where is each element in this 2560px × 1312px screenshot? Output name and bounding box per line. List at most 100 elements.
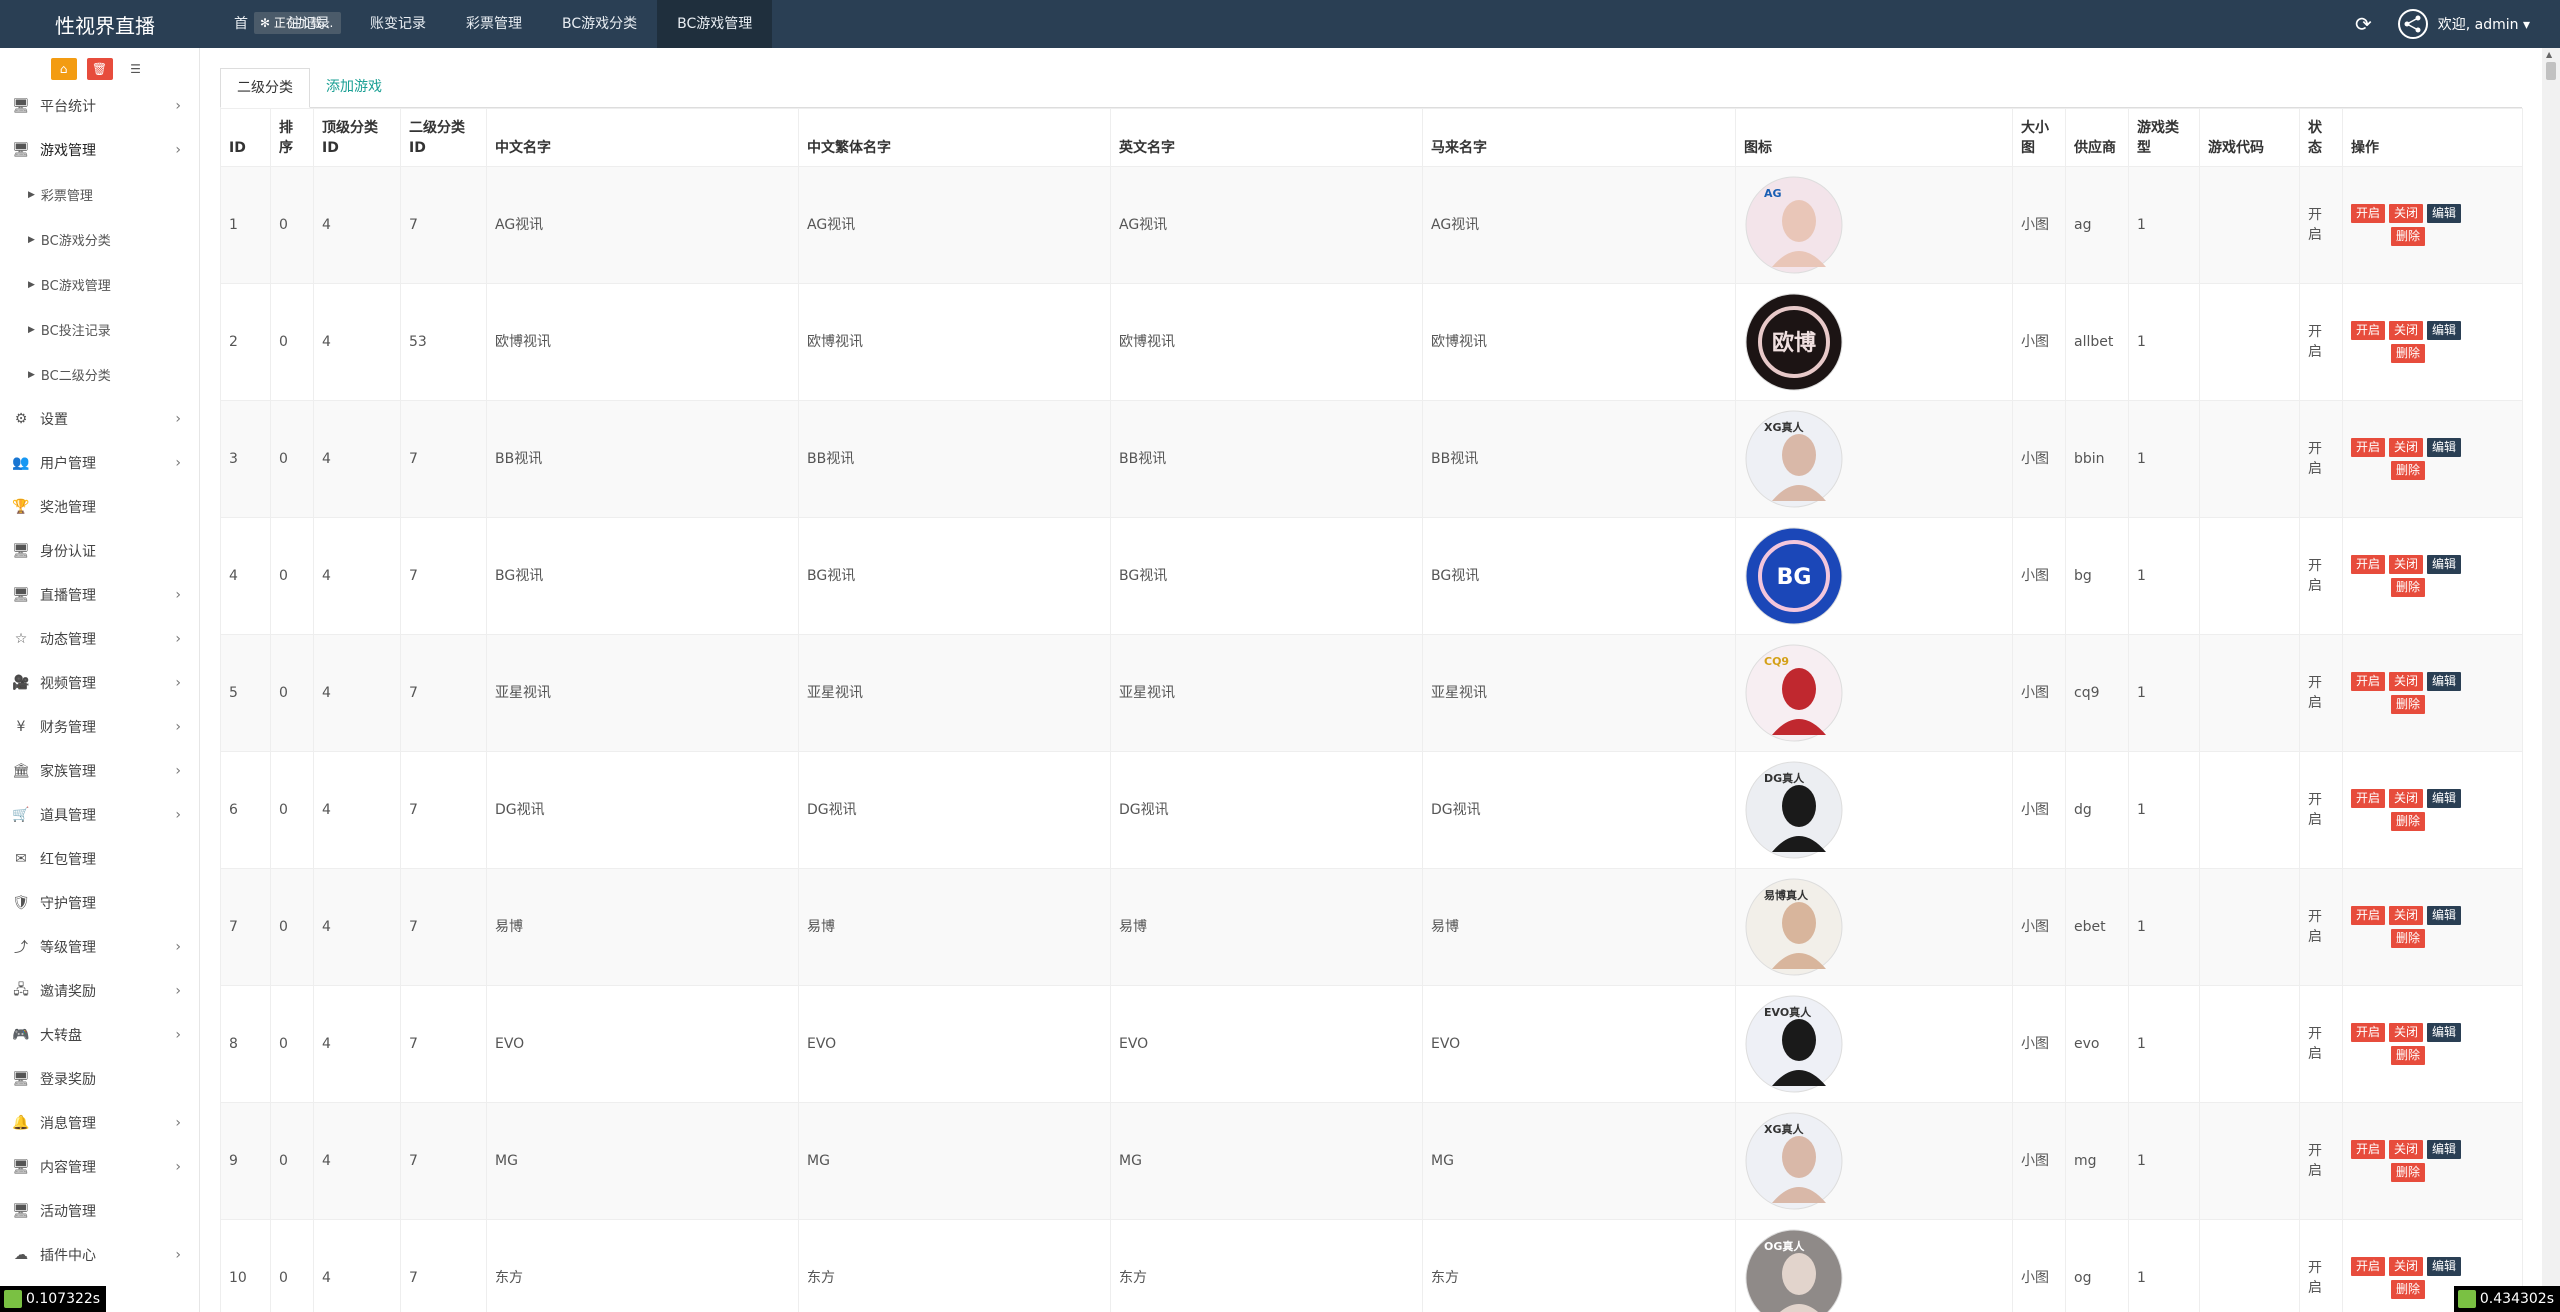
enable-button[interactable]: 开启 xyxy=(2351,555,2386,574)
edit-button[interactable]: 编辑 xyxy=(2427,1257,2462,1276)
delete-button[interactable]: 删除 xyxy=(2391,695,2426,714)
sidebar-item-0[interactable]: 🖥 平台统计 › xyxy=(0,84,199,128)
delete-button[interactable]: 删除 xyxy=(2391,1046,2426,1065)
cell-en: AG视讯 xyxy=(1110,166,1423,284)
scrollbar-thumb[interactable] xyxy=(2546,62,2556,80)
enable-button[interactable]: 开启 xyxy=(2351,204,2386,223)
top-tab-5[interactable]: BC游戏管理 xyxy=(657,0,773,48)
sidebar-item-2[interactable]: ⚙ 设置 › xyxy=(0,397,199,441)
scroll-up-icon[interactable]: ▲ xyxy=(2546,50,2552,59)
delete-button[interactable]: 删除 xyxy=(2391,929,2426,948)
sidebar-subitem-4[interactable]: ▶ BC二级分类 xyxy=(0,352,199,397)
sidebar-item-20[interactable]: 🖥 活动管理 xyxy=(0,1189,199,1233)
sidebar-item-16[interactable]: 🎮 大转盘 › xyxy=(0,1013,199,1057)
sidebar-item-11[interactable]: 🛒 道具管理 › xyxy=(0,793,199,837)
cell-zh: DG视讯 xyxy=(486,751,799,869)
sidebar-item-5[interactable]: 🖥 身份认证 xyxy=(0,529,199,573)
trash-icon[interactable]: 🗑 xyxy=(86,58,113,80)
sidebar-item-9[interactable]: ¥ 财务管理 › xyxy=(0,705,199,749)
sidebar-item-13[interactable]: 🛡 守护管理 xyxy=(0,881,199,925)
top-tab-4[interactable]: BC游戏分类 xyxy=(542,0,657,48)
sidebar-item-4[interactable]: 🏆 奖池管理 xyxy=(0,485,199,529)
column-header: 供应商 xyxy=(2065,108,2129,167)
edit-button[interactable]: 编辑 xyxy=(2427,672,2462,691)
edit-button[interactable]: 编辑 xyxy=(2427,321,2462,340)
top-tab-0[interactable]: 首 ✻ 正在加载... xyxy=(214,0,342,48)
delete-button[interactable]: 删除 xyxy=(2391,344,2426,363)
enable-button[interactable]: 开启 xyxy=(2351,1140,2386,1159)
cell-status: 开启 xyxy=(2299,517,2343,635)
column-header: 游戏代码 xyxy=(2199,108,2300,167)
edit-button[interactable]: 编辑 xyxy=(2427,906,2462,925)
edit-button[interactable]: 编辑 xyxy=(2427,555,2462,574)
disable-button[interactable]: 关闭 xyxy=(2389,438,2424,457)
delete-button[interactable]: 删除 xyxy=(2391,227,2426,246)
sidebar-item-12[interactable]: ✉ 红包管理 xyxy=(0,837,199,881)
disable-button[interactable]: 关闭 xyxy=(2389,906,2424,925)
sidebar-item-8[interactable]: 🎥 视频管理 › xyxy=(0,661,199,705)
content-tab-1[interactable]: 添加游戏 xyxy=(310,68,398,108)
game-icon-image: AG xyxy=(1745,176,1843,274)
enable-button[interactable]: 开启 xyxy=(2351,672,2386,691)
enable-button[interactable]: 开启 xyxy=(2351,1023,2386,1042)
cell-zht: AG视讯 xyxy=(798,166,1111,284)
sidebar-item-19[interactable]: 🖥 内容管理 › xyxy=(0,1145,199,1189)
cell-top: 4 xyxy=(313,283,401,401)
list-icon[interactable]: ☰ xyxy=(122,58,149,80)
disable-button[interactable]: 关闭 xyxy=(2389,1140,2424,1159)
disable-button[interactable]: 关闭 xyxy=(2389,204,2424,223)
enable-button[interactable]: 开启 xyxy=(2351,321,2386,340)
enable-button[interactable]: 开启 xyxy=(2351,438,2386,457)
cell-id: 7 xyxy=(220,868,271,986)
edit-button[interactable]: 编辑 xyxy=(2427,1023,2462,1042)
sidebar-item-10[interactable]: 🏛 家族管理 › xyxy=(0,749,199,793)
enable-button[interactable]: 开启 xyxy=(2351,906,2386,925)
sidebar-item-1[interactable]: 🖥 游戏管理 › xyxy=(0,128,199,172)
disable-button[interactable]: 关闭 xyxy=(2389,1023,2424,1042)
enable-button[interactable]: 开启 xyxy=(2351,789,2386,808)
sidebar-subitem-0[interactable]: ▶ 彩票管理 xyxy=(0,172,199,217)
sidebar-item-3[interactable]: 👥 用户管理 › xyxy=(0,441,199,485)
sidebar-subitem-3[interactable]: ▶ BC投注记录 xyxy=(0,307,199,352)
caret-right-icon: ▶ xyxy=(28,324,35,335)
edit-button[interactable]: 编辑 xyxy=(2427,789,2462,808)
disable-button[interactable]: 关闭 xyxy=(2389,555,2424,574)
delete-button[interactable]: 删除 xyxy=(2391,461,2426,480)
sidebar-item-7[interactable]: ☆ 动态管理 › xyxy=(0,617,199,661)
avatar[interactable] xyxy=(2397,9,2428,39)
sidebar-item-18[interactable]: 🔔 消息管理 › xyxy=(0,1101,199,1145)
content-tab-0[interactable]: 二级分类 xyxy=(220,68,310,108)
user-menu[interactable]: 欢迎, admin ▾ xyxy=(2438,14,2530,34)
home-icon[interactable]: ⌂ xyxy=(50,58,77,80)
sidebar-item-21[interactable]: ☁ 插件中心 › xyxy=(0,1233,199,1277)
enable-button[interactable]: 开启 xyxy=(2351,1257,2386,1276)
row-actions: 开启 关闭 编辑 删除 xyxy=(2351,789,2471,831)
sidebar-item-6[interactable]: 🖥 直播管理 › xyxy=(0,573,199,617)
sidebar-subitem-1[interactable]: ▶ BC游戏分类 xyxy=(0,217,199,262)
disable-button[interactable]: 关闭 xyxy=(2389,789,2424,808)
delete-button[interactable]: 删除 xyxy=(2391,812,2426,831)
sidebar-item-14[interactable]: ⤴ 等级管理 › xyxy=(0,925,199,969)
edit-button[interactable]: 编辑 xyxy=(2427,438,2462,457)
sidebar-menu: 🖥 平台统计 › 🖥 游戏管理 › ▶ 彩票管理 ▶ BC游戏分类 ▶ BC游戏管理 ▶ BC投注记录 ▶ B… xyxy=(0,84,199,1277)
edit-button[interactable]: 编辑 xyxy=(2427,1140,2462,1159)
disable-button[interactable]: 关闭 xyxy=(2389,1257,2424,1276)
sidebar-item-15[interactable]: 🖧 邀请奖励 › xyxy=(0,969,199,1013)
top-tab-3[interactable]: 彩票管理 xyxy=(446,0,542,48)
sidebar-item-17[interactable]: 🖥 登录奖励 xyxy=(0,1057,199,1101)
top-tab-2[interactable]: 账变记录 xyxy=(350,0,446,48)
top-tab-1[interactable]: 注记录 xyxy=(268,0,350,48)
delete-button[interactable]: 删除 xyxy=(2391,1163,2426,1182)
edit-button[interactable]: 编辑 xyxy=(2427,204,2462,223)
delete-button[interactable]: 删除 xyxy=(2391,578,2426,597)
disable-button[interactable]: 关闭 xyxy=(2389,321,2424,340)
vertical-scrollbar[interactable]: ▲ ▼ xyxy=(2542,48,2560,1312)
bell-icon: 🔔 xyxy=(12,1115,30,1131)
disable-button[interactable]: 关闭 xyxy=(2389,672,2424,691)
sidebar-item-label: 消息管理 xyxy=(40,1116,96,1132)
delete-button[interactable]: 删除 xyxy=(2391,1280,2426,1299)
table-row: 4 0 4 7 BG视讯 BG视讯 BG视讯 BG视讯 BG 小图 bg 1 开启 开启 关闭 编辑 删除 xyxy=(220,517,2523,635)
cell-sub: 7 xyxy=(400,400,487,518)
sidebar-subitem-2[interactable]: ▶ BC游戏管理 xyxy=(0,262,199,307)
refresh-icon[interactable]: ⟳ xyxy=(2355,12,2372,36)
